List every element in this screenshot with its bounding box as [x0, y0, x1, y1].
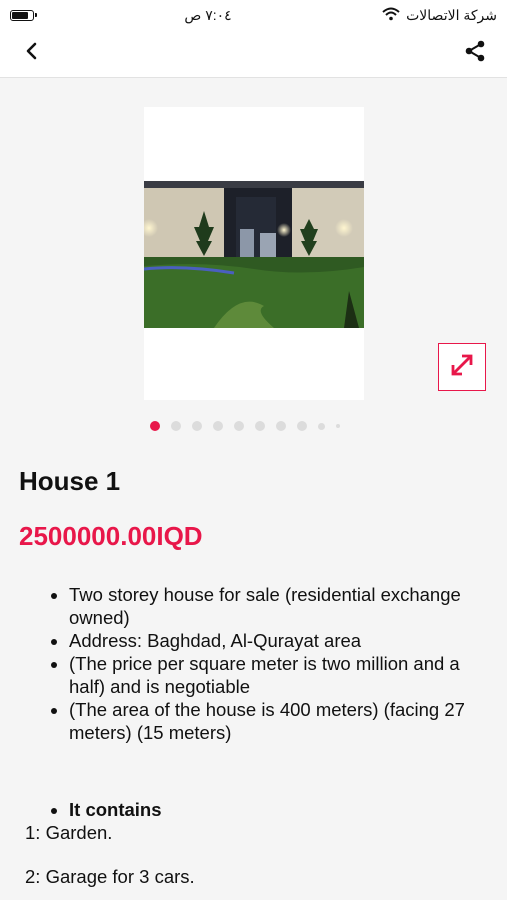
pagination-dot[interactable]	[192, 421, 202, 431]
pagination-dot[interactable]	[276, 421, 286, 431]
pagination-dot[interactable]	[297, 421, 307, 431]
share-icon	[463, 39, 487, 68]
image-gallery[interactable]	[140, 107, 364, 400]
status-carrier-group: شركة الاتصالات	[382, 7, 497, 24]
feature-item: Two storey house for sale (residential e…	[69, 583, 490, 629]
expand-button[interactable]	[438, 343, 486, 391]
contains-item: 2: Garage for 3 cars.	[25, 866, 195, 887]
contains-section: It contains 1: Garden. 2: Garage for 3 c…	[20, 798, 490, 888]
pagination-dot[interactable]	[255, 421, 265, 431]
feature-item: (The price per square meter is two milli…	[69, 652, 490, 698]
pagination-dot[interactable]	[234, 421, 244, 431]
contains-heading: It contains	[69, 798, 490, 821]
back-button[interactable]	[18, 40, 46, 68]
feature-item: (The area of the house is 400 meters) (f…	[69, 698, 490, 744]
pagination-dot[interactable]	[213, 421, 223, 431]
house-photo[interactable]	[140, 181, 364, 328]
listing-price: 2500000.00IQD	[19, 521, 203, 551]
contains-item: 1: Garden.	[25, 822, 113, 843]
feature-item: Address: Baghdad, Al-Qurayat area	[69, 629, 490, 652]
listing-description: Two storey house for sale (residential e…	[20, 583, 490, 888]
status-time: ٧:٠٤ ص	[184, 6, 232, 23]
carrier-name: شركة الاتصالات	[406, 6, 497, 23]
listing-title: House 1	[19, 466, 121, 496]
gallery-pagination[interactable]	[150, 420, 360, 432]
contains-heading-list: It contains	[20, 798, 490, 821]
battery-icon	[10, 9, 37, 21]
expand-icon	[449, 352, 475, 383]
chevron-left-icon	[25, 42, 39, 65]
share-button[interactable]	[461, 40, 489, 68]
status-bar: ٧:٠٤ ص شركة الاتصالات	[0, 0, 507, 30]
pagination-dot[interactable]	[171, 421, 181, 431]
wifi-icon	[382, 7, 400, 24]
pagination-dot[interactable]	[318, 422, 325, 430]
pagination-dot[interactable]	[336, 424, 340, 428]
feature-list: Two storey house for sale (residential e…	[20, 583, 490, 744]
nav-bar	[0, 30, 507, 78]
battery-level	[12, 11, 28, 19]
pagination-dot[interactable]	[150, 421, 160, 431]
